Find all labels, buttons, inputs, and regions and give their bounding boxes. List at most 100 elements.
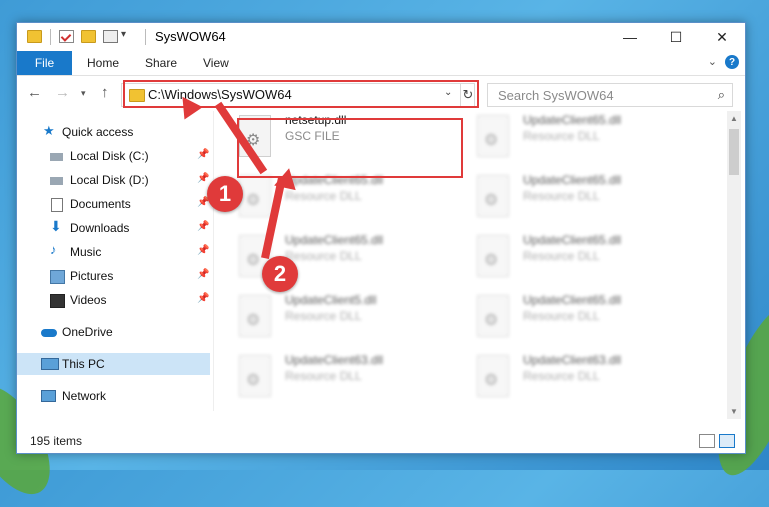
documents-icon bbox=[51, 198, 63, 212]
search-box[interactable]: Search SysWOW64 ⌕ bbox=[487, 83, 733, 107]
scroll-up-icon[interactable]: ▲ bbox=[730, 114, 738, 123]
file-item[interactable]: UpdateClient65.dll Resource DLL bbox=[455, 291, 680, 347]
sidebar-item-music[interactable]: ♪ Music 📌 bbox=[17, 241, 210, 263]
window-title: SysWOW64 bbox=[155, 29, 226, 44]
drive-icon bbox=[50, 153, 63, 161]
sidebar-item-videos[interactable]: Videos 📌 bbox=[17, 289, 210, 311]
title-bar: ▾ SysWOW64 — ☐ ✕ bbox=[17, 23, 745, 51]
arrow-head-icon bbox=[274, 165, 300, 191]
file-name: UpdateClient5.dll bbox=[285, 293, 377, 307]
file-item[interactable]: UpdateClient65.dll Resource DLL bbox=[455, 171, 680, 227]
dll-file-icon bbox=[239, 295, 271, 337]
pictures-icon bbox=[50, 270, 65, 284]
file-name: UpdateClient65.dll bbox=[285, 233, 384, 247]
file-item[interactable]: UpdateClient65.dll Resource DLL bbox=[217, 231, 442, 287]
dll-file-icon bbox=[477, 295, 509, 337]
file-type: Resource DLL bbox=[523, 189, 600, 203]
sidebar-item-label: Quick access bbox=[62, 125, 134, 139]
file-name: UpdateClient65.dll bbox=[523, 173, 622, 187]
drive-icon bbox=[50, 177, 63, 185]
search-icon[interactable]: ⌕ bbox=[718, 87, 725, 103]
divider bbox=[145, 29, 146, 45]
tab-share[interactable]: Share bbox=[145, 56, 177, 70]
file-type: Resource DLL bbox=[523, 309, 600, 323]
tab-home[interactable]: Home bbox=[87, 56, 119, 70]
step-badge: 2 bbox=[262, 256, 298, 292]
onedrive-icon bbox=[41, 329, 57, 337]
file-name: UpdateClient63.dll bbox=[523, 353, 622, 367]
maximize-icon: ☐ bbox=[669, 28, 683, 45]
file-highlight-box bbox=[237, 118, 463, 178]
maximize-button[interactable]: ☐ bbox=[653, 23, 699, 51]
toolbar-dropdown-icon[interactable]: ▾ bbox=[121, 29, 126, 40]
step-badge: 1 bbox=[207, 176, 243, 212]
file-name: UpdateClient65.dll bbox=[523, 293, 622, 307]
dll-file-icon bbox=[477, 235, 509, 277]
up-icon[interactable]: ↑ bbox=[101, 84, 109, 101]
sidebar-item-local-disk-d[interactable]: Local Disk (D:) 📌 bbox=[17, 169, 210, 191]
dll-file-icon bbox=[477, 175, 509, 217]
file-type: Resource DLL bbox=[523, 249, 600, 263]
sidebar-item-onedrive[interactable]: OneDrive bbox=[17, 321, 210, 343]
file-item[interactable]: UpdateClient65.dll Resource DLL bbox=[217, 171, 442, 227]
file-type: Resource DLL bbox=[523, 369, 600, 383]
file-name: UpdateClient65.dll bbox=[523, 113, 622, 127]
minimize-button[interactable]: — bbox=[607, 23, 653, 51]
file-item[interactable]: UpdateClient63.dll Resource DLL bbox=[455, 351, 680, 407]
sidebar-item-quick-access[interactable]: ★ Quick access bbox=[17, 121, 210, 143]
scrollbar-thumb[interactable] bbox=[729, 129, 739, 175]
divider bbox=[50, 29, 51, 45]
close-button[interactable]: ✕ bbox=[699, 23, 745, 51]
pin-icon: 📌 bbox=[197, 245, 210, 256]
dll-file-icon bbox=[239, 175, 271, 217]
ribbon-tabs: File Home Share View ⌄ ? bbox=[17, 51, 745, 76]
pin-icon: 📌 bbox=[197, 269, 210, 280]
large-icons-view-icon[interactable] bbox=[719, 434, 735, 448]
sidebar-item-pictures[interactable]: Pictures 📌 bbox=[17, 265, 210, 287]
file-item[interactable]: UpdateClient65.dll Resource DLL bbox=[455, 111, 680, 167]
dll-file-icon bbox=[477, 115, 509, 157]
music-icon: ♪ bbox=[50, 242, 57, 257]
folder-icon bbox=[27, 30, 42, 43]
sidebar-item-this-pc[interactable]: This PC bbox=[17, 353, 210, 375]
star-icon: ★ bbox=[43, 123, 55, 138]
customize-toolbar-icon[interactable] bbox=[103, 30, 118, 43]
network-icon bbox=[41, 390, 56, 402]
sidebar-item-network[interactable]: Network bbox=[17, 385, 210, 407]
file-type: Resource DLL bbox=[523, 129, 600, 143]
navigation-pane: ★ Quick access Local Disk (C:) 📌 Local D… bbox=[17, 111, 214, 411]
file-item[interactable]: UpdateClient5.dll Resource DLL bbox=[217, 291, 442, 347]
dll-file-icon bbox=[239, 355, 271, 397]
details-view-icon[interactable] bbox=[699, 434, 715, 448]
item-count: 195 items bbox=[30, 434, 83, 448]
file-item[interactable]: UpdateClient63.dll Resource DLL bbox=[217, 351, 442, 407]
file-item[interactable]: UpdateClient65.dll Resource DLL bbox=[455, 231, 680, 287]
sidebar-item-downloads[interactable]: ⬇ Downloads 📌 bbox=[17, 217, 210, 239]
sidebar-item-label: Downloads bbox=[70, 221, 130, 235]
minimize-icon: — bbox=[623, 29, 637, 45]
tab-view[interactable]: View bbox=[203, 56, 229, 70]
tab-file[interactable]: File bbox=[17, 51, 72, 75]
new-folder-icon[interactable] bbox=[81, 30, 96, 43]
sidebar-item-label: This PC bbox=[62, 357, 105, 371]
help-icon[interactable]: ? bbox=[725, 55, 739, 69]
properties-icon[interactable] bbox=[59, 30, 74, 43]
vertical-scrollbar[interactable]: ▲ ▼ bbox=[727, 111, 741, 419]
scroll-down-icon[interactable]: ▼ bbox=[730, 407, 738, 416]
forward-icon[interactable]: → bbox=[55, 84, 70, 101]
sidebar-item-label: OneDrive bbox=[62, 325, 113, 339]
pin-icon: 📌 bbox=[197, 173, 210, 184]
back-icon[interactable]: ← bbox=[27, 84, 42, 101]
sidebar-item-label: Music bbox=[70, 245, 102, 259]
downloads-icon: ⬇ bbox=[50, 218, 62, 234]
search-input[interactable]: Search SysWOW64 bbox=[498, 88, 614, 103]
file-name: UpdateClient63.dll bbox=[285, 353, 384, 367]
expand-ribbon-icon[interactable]: ⌄ bbox=[708, 55, 717, 68]
sidebar-item-local-disk-c[interactable]: Local Disk (C:) 📌 bbox=[17, 145, 210, 167]
sidebar-item-label: Documents bbox=[70, 197, 131, 211]
sidebar-item-documents[interactable]: Documents 📌 bbox=[17, 193, 210, 215]
file-type: Resource DLL bbox=[285, 249, 362, 263]
sidebar-item-label: Network bbox=[62, 389, 107, 403]
recent-locations-icon[interactable]: ▾ bbox=[81, 88, 86, 99]
sidebar-item-label: Videos bbox=[70, 293, 107, 307]
